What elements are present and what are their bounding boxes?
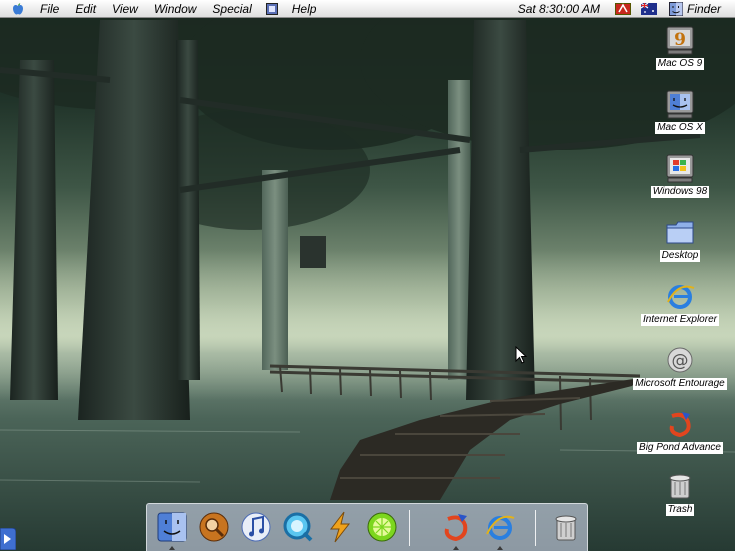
itunes-icon bbox=[241, 512, 271, 542]
desktop-icon-mac-os-x[interactable]: Mac OS X bbox=[625, 88, 735, 134]
menu-window[interactable]: Window bbox=[146, 0, 205, 18]
folder-icon bbox=[666, 221, 694, 244]
menu-view[interactable]: View bbox=[104, 0, 146, 18]
mac-os-x-icon bbox=[666, 90, 694, 119]
internet-explorer-dock-icon bbox=[486, 515, 515, 540]
desktop-icon-label: Microsoft Entourage bbox=[633, 378, 727, 390]
quicktime-icon bbox=[283, 512, 313, 542]
menu-bar-clock[interactable]: Sat 8:30:00 AM bbox=[508, 0, 610, 18]
desktop-icon-desktop-folder[interactable]: Desktop bbox=[625, 216, 735, 262]
dock-item-lime-app[interactable] bbox=[365, 510, 399, 544]
desktop-icon-label: Trash bbox=[665, 504, 695, 516]
desktop-icon-microsoft-entourage[interactable]: @ Microsoft Entourage bbox=[625, 344, 735, 390]
desktop-icon-windows-98[interactable]: Windows 98 bbox=[625, 152, 735, 198]
sherlock-icon bbox=[199, 512, 229, 542]
big-pond-dock-icon bbox=[444, 514, 468, 542]
apple-menu-icon[interactable] bbox=[11, 2, 25, 16]
mouse-cursor-icon bbox=[515, 346, 527, 364]
microsoft-entourage-icon: @ bbox=[667, 347, 693, 373]
acrobat-icon[interactable] bbox=[614, 2, 631, 15]
desktop-icon-label: Desktop bbox=[659, 250, 701, 262]
internet-explorer-icon bbox=[667, 285, 695, 309]
keyboard-layout-flag-icon[interactable] bbox=[640, 2, 657, 15]
desktop-icon-trash[interactable]: Trash bbox=[625, 470, 735, 516]
desktop-icon-internet-explorer[interactable]: Internet Explorer bbox=[625, 280, 735, 326]
dock-item-itunes[interactable] bbox=[239, 510, 273, 544]
dock bbox=[146, 503, 588, 551]
desktop-icon-big-pond-advance[interactable]: Big Pond Advance bbox=[625, 408, 735, 454]
menu-file[interactable]: File bbox=[32, 0, 67, 18]
svg-text:9: 9 bbox=[674, 30, 686, 50]
dock-item-sherlock[interactable] bbox=[197, 510, 231, 544]
dock-item-lightning-app[interactable] bbox=[323, 510, 357, 544]
dock-item-big-pond[interactable] bbox=[439, 510, 473, 544]
menu-help[interactable]: Help bbox=[284, 0, 325, 18]
menu-bar: File Edit View Window Special Help Sat 8… bbox=[0, 0, 735, 18]
finder-menu-icon[interactable] bbox=[668, 1, 683, 16]
dock-item-quicktime[interactable] bbox=[281, 510, 315, 544]
menu-edit[interactable]: Edit bbox=[67, 0, 104, 18]
svg-text:@: @ bbox=[672, 351, 689, 371]
lightning-app-icon bbox=[329, 511, 351, 543]
dock-separator bbox=[409, 510, 410, 546]
trash-dock-icon bbox=[555, 515, 577, 541]
desktop-icon-mac-os-9[interactable]: 9 Mac OS 9 bbox=[625, 24, 735, 70]
desktop-icon-label: Internet Explorer bbox=[641, 314, 719, 326]
menu-special[interactable]: Special bbox=[204, 0, 259, 18]
application-switcher-icon[interactable] bbox=[265, 2, 278, 15]
dock-item-finder[interactable] bbox=[155, 510, 189, 544]
dock-item-trash[interactable] bbox=[549, 510, 583, 544]
desktop-icon-label: Big Pond Advance bbox=[637, 442, 723, 454]
running-indicator bbox=[453, 546, 459, 550]
dock-item-internet-explorer[interactable] bbox=[483, 510, 517, 544]
running-indicator bbox=[169, 546, 175, 550]
trash-icon bbox=[669, 474, 691, 499]
dock-separator bbox=[535, 510, 536, 546]
windows-98-icon bbox=[666, 154, 694, 183]
dock-toggle-tab-icon[interactable] bbox=[0, 528, 16, 550]
desktop-icon-label: Mac OS 9 bbox=[655, 58, 705, 70]
desktop-icon-label: Mac OS X bbox=[655, 122, 705, 134]
active-application-name[interactable]: Finder bbox=[687, 0, 735, 18]
desktop-icon-label: Windows 98 bbox=[650, 186, 710, 198]
desktop[interactable]: File Edit View Window Special Help Sat 8… bbox=[0, 0, 735, 551]
finder-face-icon bbox=[157, 512, 187, 542]
mac-os-9-icon: 9 bbox=[666, 26, 694, 55]
big-pond-advance-icon bbox=[669, 412, 691, 438]
lime-app-icon bbox=[367, 512, 397, 542]
running-indicator bbox=[497, 546, 503, 550]
wallpaper-image bbox=[0, 0, 735, 500]
